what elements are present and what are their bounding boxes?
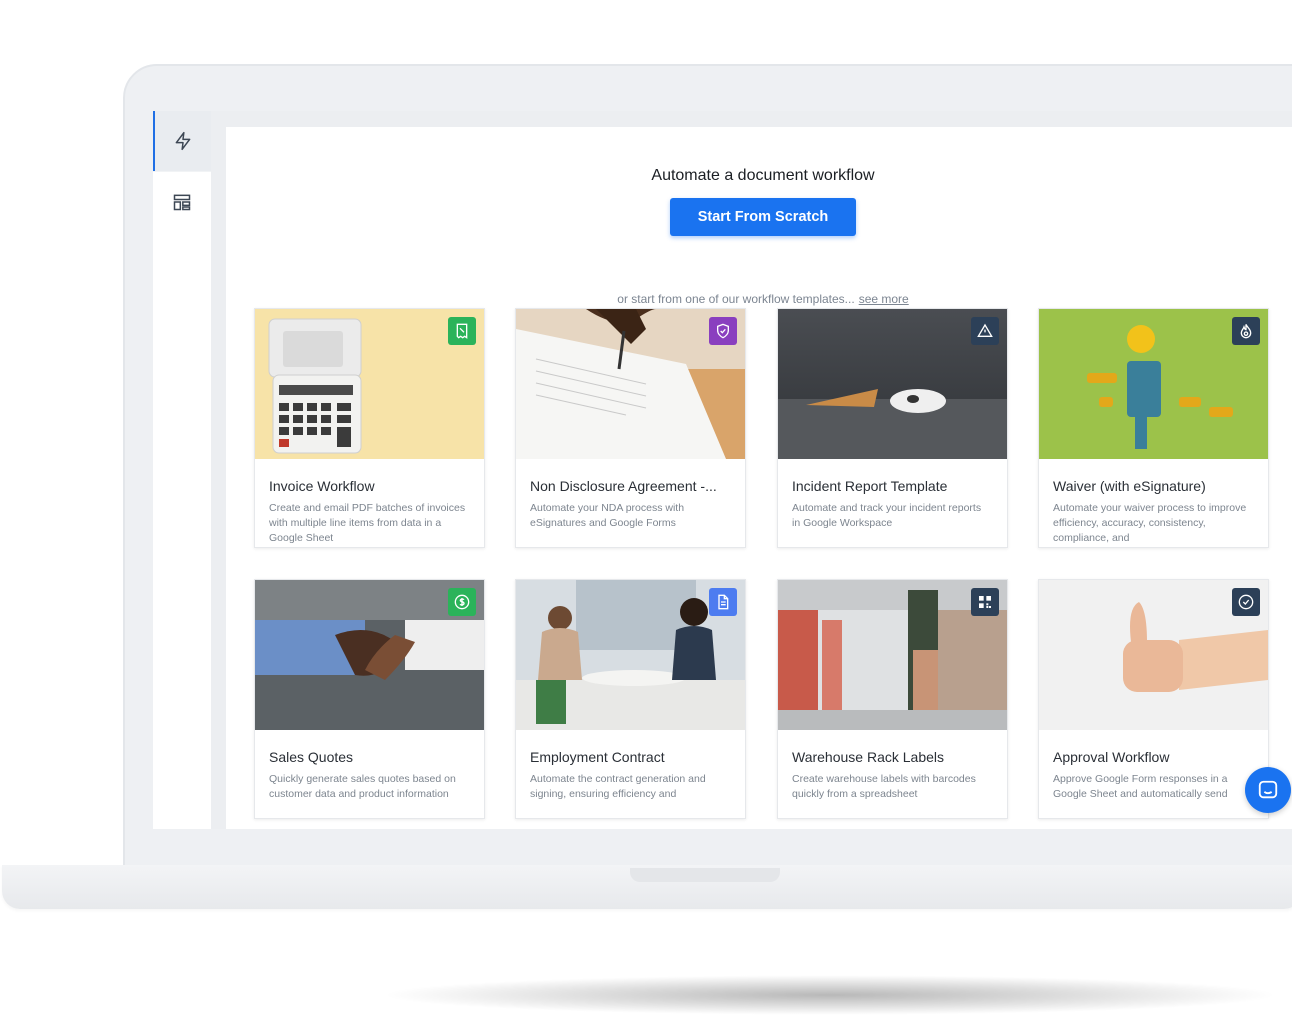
template-title: Sales Quotes <box>269 749 354 765</box>
see-more-link[interactable]: see more <box>859 292 909 306</box>
template-card[interactable]: Employment Contract Automate the contrac… <box>515 579 746 819</box>
template-title: Waiver (with eSignature) <box>1053 478 1206 494</box>
template-description: Automate your waiver process to improve … <box>1053 502 1247 544</box>
shield-check-icon <box>717 323 729 339</box>
template-title: Incident Report Template <box>792 478 948 494</box>
template-card[interactable]: Non Disclosure Agreement -... Automate y… <box>515 308 746 548</box>
templates-intro-text: or start from one of our workflow templa… <box>617 292 855 306</box>
template-card[interactable]: Approval Workflow Approve Google Form re… <box>1038 579 1269 819</box>
templates-intro: or start from one of our workflow templa… <box>226 292 1292 306</box>
template-card[interactable]: Warehouse Rack Labels Create warehouse l… <box>777 579 1008 819</box>
laptop-notch <box>630 868 780 882</box>
page-title: Automate a document workflow <box>651 167 875 184</box>
badge <box>971 588 999 616</box>
chat-icon <box>1258 780 1278 799</box>
document-icon <box>718 594 729 610</box>
template-title: Warehouse Rack Labels <box>792 749 945 765</box>
template-title: Invoice Workflow <box>269 478 375 494</box>
sidebar-item-automations[interactable] <box>153 111 211 171</box>
badge <box>709 588 737 616</box>
chat-button[interactable] <box>1245 767 1291 813</box>
template-card[interactable]: Invoice Workflow Create and email PDF ba… <box>254 308 485 548</box>
badge <box>1232 588 1260 616</box>
template-description: Automate and track your incident reports… <box>792 502 982 529</box>
template-description: Approve Google Form responses in a Googl… <box>1053 773 1228 800</box>
start-from-scratch-button[interactable]: Start From Scratch <box>670 198 856 236</box>
sidebar-lower <box>153 172 211 829</box>
template-description: Automate the contract generation and sig… <box>530 773 706 800</box>
badge <box>448 317 476 345</box>
main-content: Automate a document workflow Start From … <box>226 127 1292 829</box>
laptop-shadow <box>380 975 1280 1015</box>
sidebar <box>153 111 211 829</box>
qr-code-icon <box>979 596 991 608</box>
check-circle-icon <box>1238 594 1254 610</box>
sidebar-item-templates[interactable] <box>153 172 211 232</box>
fire-icon <box>1240 324 1252 339</box>
lightning-icon <box>175 131 191 151</box>
badge <box>709 317 737 345</box>
warning-icon <box>977 323 993 337</box>
badge <box>448 588 476 616</box>
template-description: Create warehouse labels with barcodes qu… <box>792 773 976 800</box>
receipt-icon <box>456 323 468 339</box>
badge <box>1232 317 1260 345</box>
template-title: Employment Contract <box>530 749 665 765</box>
template-description: Automate your NDA process with eSignatur… <box>530 502 685 529</box>
dollar-icon <box>454 594 470 610</box>
layout-icon <box>173 194 191 211</box>
template-title: Approval Workflow <box>1053 749 1170 765</box>
app-screen: Automate a document workflow Start From … <box>153 111 1292 829</box>
template-card[interactable]: Incident Report Template Automate and tr… <box>777 308 1008 548</box>
template-card[interactable]: Waiver (with eSignature) Automate your w… <box>1038 308 1269 548</box>
template-title: Non Disclosure Agreement -... <box>530 478 717 494</box>
template-description: Quickly generate sales quotes based on c… <box>269 773 456 800</box>
badge <box>971 317 999 345</box>
template-card[interactable]: Sales Quotes Quickly generate sales quot… <box>254 579 485 819</box>
template-description: Create and email PDF batches of invoices… <box>269 502 466 544</box>
